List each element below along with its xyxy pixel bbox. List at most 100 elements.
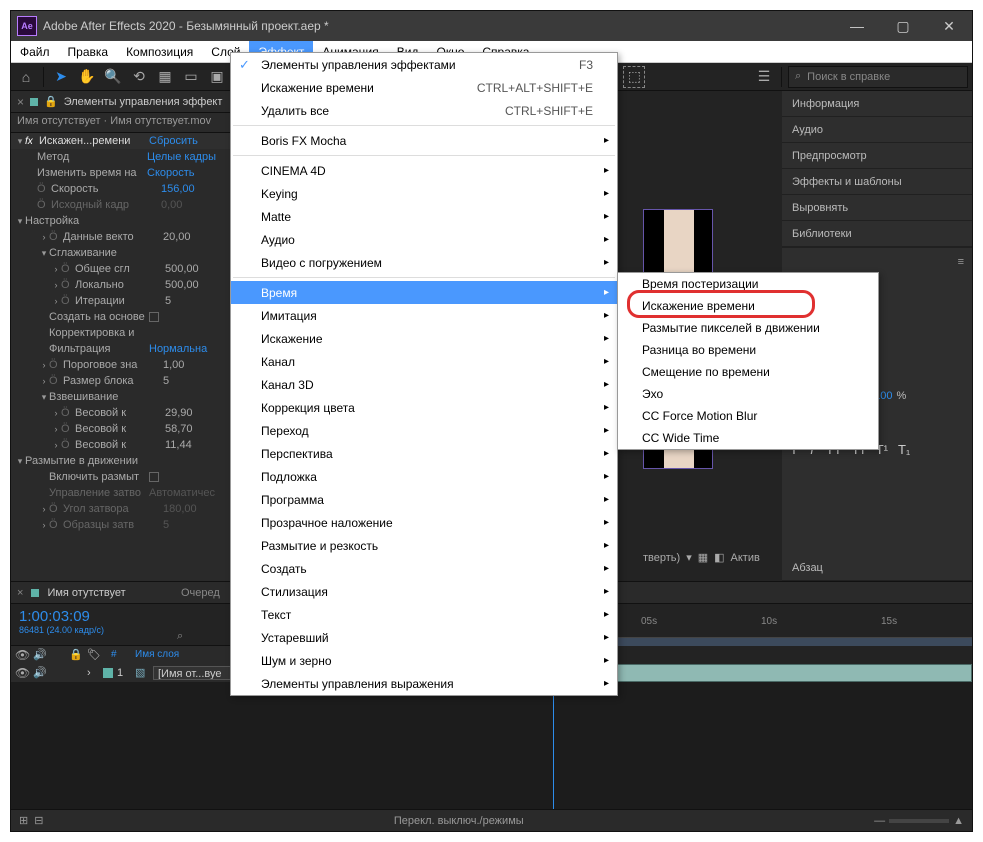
property-value[interactable]: 500,00 [165, 279, 199, 291]
property-value[interactable]: Нормальна [149, 343, 207, 355]
pan-behind-tool[interactable]: ▣ [206, 66, 228, 88]
stopwatch-icon[interactable]: Ö [49, 231, 63, 243]
menu-category[interactable]: Время▸ [231, 281, 617, 304]
property-value[interactable]: 5 [163, 519, 169, 531]
chevron-icon[interactable]: ▾ [39, 392, 49, 403]
chevron-icon[interactable]: ▾ [39, 248, 49, 259]
fx-property-row[interactable]: ›ÖОбщее сгл500,00 [11, 261, 243, 277]
panel-header[interactable]: Выровнять [782, 195, 972, 221]
fx-property-row[interactable]: ФильтрацияНормальна [11, 341, 243, 357]
close-tab-icon[interactable]: × [17, 95, 24, 109]
menu-category[interactable]: Keying▸ [231, 182, 617, 205]
fx-property-row[interactable]: Управление затвоАвтоматичес [11, 485, 243, 501]
menu-category[interactable]: Программа▸ [231, 488, 617, 511]
search-icon[interactable]: ⌕ [177, 630, 183, 643]
chevron-icon[interactable]: › [39, 232, 49, 242]
subscript-icon[interactable]: T₁ [898, 442, 910, 457]
fx-property-row[interactable]: ›ÖРазмер блока5 [11, 373, 243, 389]
paragraph-panel-header[interactable]: Абзац [782, 555, 972, 581]
hand-tool[interactable]: ✋ [76, 66, 98, 88]
menu-category[interactable]: Имитация▸ [231, 304, 617, 327]
checkbox[interactable] [149, 312, 159, 322]
checkbox[interactable] [149, 472, 159, 482]
zoom-in-icon[interactable]: ▲ [953, 815, 964, 827]
fx-property-row[interactable]: ÖСкорость156,00 [11, 181, 243, 197]
property-value[interactable]: 11,44 [165, 439, 192, 451]
property-value[interactable]: 5 [165, 295, 171, 307]
property-value[interactable]: 58,70 [165, 423, 193, 435]
fx-property-row[interactable]: Корректировка и [11, 325, 243, 341]
fx-property-row[interactable]: Включить размыт [11, 469, 243, 485]
property-value[interactable]: 5 [163, 375, 169, 387]
fx-property-row[interactable]: Изменить время наСкорость [11, 165, 243, 181]
menu-category[interactable]: Канал▸ [231, 350, 617, 373]
fx-property-row[interactable]: ▾Размытие в движении [11, 453, 243, 469]
mask-icon[interactable]: ◧ [714, 551, 724, 564]
menu-category[interactable]: Аудио▸ [231, 228, 617, 251]
submenu-item[interactable]: Время постеризации [618, 273, 878, 295]
stopwatch-icon[interactable]: Ö [49, 503, 63, 515]
fx-icon[interactable]: fx [25, 136, 39, 147]
render-queue-tab[interactable]: Очеред [181, 587, 220, 599]
minimize-button[interactable]: ― [834, 11, 880, 41]
layer-name-header[interactable]: Имя слоя [135, 649, 179, 660]
layer-color-label[interactable] [103, 668, 113, 678]
orbit-tool[interactable]: ⟲ [128, 66, 150, 88]
fx-property-row[interactable]: ›ÖИтерации5 [11, 293, 243, 309]
close-tab-icon[interactable]: × [17, 587, 23, 599]
zoom-slider[interactable] [889, 819, 949, 823]
help-search[interactable]: ⌕ Поиск в справке [788, 66, 968, 88]
fx-property-row[interactable]: МетодЦелые кадры [11, 149, 243, 165]
playhead[interactable] [553, 682, 554, 809]
stopwatch-icon[interactable]: Ö [61, 407, 75, 419]
stopwatch-icon[interactable]: Ö [61, 439, 75, 451]
menu-category[interactable]: Элементы управления выражения▸ [231, 672, 617, 695]
grid-icon[interactable]: ▦ [698, 551, 708, 564]
property-value[interactable]: 29,90 [165, 407, 193, 419]
menu-category[interactable]: Перспектива▸ [231, 442, 617, 465]
panel-header[interactable]: Информация [782, 91, 972, 117]
fx-property-row[interactable]: ÖИсходный кадр0,00 [11, 197, 243, 213]
rotate-tool[interactable]: ▦ [154, 66, 176, 88]
menu-category[interactable]: Подложка▸ [231, 465, 617, 488]
menu-category[interactable]: Видео с погружением▸ [231, 251, 617, 274]
property-value[interactable]: 20,00 [163, 231, 191, 243]
property-value[interactable]: 180,00 [163, 503, 197, 515]
submenu-item[interactable]: CC Force Motion Blur [618, 405, 878, 427]
toggle-modes-icon[interactable]: ⊟ [34, 814, 43, 827]
fx-property-row[interactable]: ▾Взвешивание [11, 389, 243, 405]
chevron-icon[interactable]: › [39, 504, 49, 514]
fx-property-row[interactable]: Создать на основе [11, 309, 243, 325]
menu-category[interactable]: CINEMA 4D▸ [231, 159, 617, 182]
property-value[interactable]: 1,00 [163, 359, 184, 371]
menu-category[interactable]: Прозрачное наложение▸ [231, 511, 617, 534]
menu-category[interactable]: Текст▸ [231, 603, 617, 626]
fx-property-row[interactable]: ›ÖОбразцы затв5 [11, 517, 243, 533]
submenu-item[interactable]: Разница во времени [618, 339, 878, 361]
property-value[interactable]: Целые кадры [147, 151, 216, 163]
maximize-button[interactable]: ▢ [880, 11, 926, 41]
panel-header[interactable]: Аудио [782, 117, 972, 143]
layer-visibility-toggle[interactable]: 👁 [15, 666, 29, 680]
zoom-tool[interactable]: 🔍 [102, 66, 124, 88]
menu-композиция[interactable]: Композиция [117, 41, 202, 62]
chevron-icon[interactable]: › [39, 376, 49, 386]
fx-property-row[interactable]: ›ÖЛокально500,00 [11, 277, 243, 293]
menu-category[interactable]: Создать▸ [231, 557, 617, 580]
stopwatch-icon[interactable]: Ö [61, 295, 75, 307]
menu-category[interactable]: Канал 3D▸ [231, 373, 617, 396]
chevron-icon[interactable]: › [51, 408, 61, 418]
chevron-icon[interactable]: › [39, 520, 49, 530]
property-value[interactable]: 156,00 [161, 183, 195, 195]
fx-property-row[interactable]: ›ÖДанные векто20,00 [11, 229, 243, 245]
panel-header[interactable]: Предпросмотр [782, 143, 972, 169]
menu-category[interactable]: Matte▸ [231, 205, 617, 228]
stopwatch-icon[interactable]: Ö [49, 375, 63, 387]
fx-property-row[interactable]: ›ÖВесовой к11,44 [11, 437, 243, 453]
fx-property-row[interactable]: ›ÖПороговое зна1,00 [11, 357, 243, 373]
stopwatch-icon[interactable]: Ö [49, 359, 63, 371]
timeline-tab-label[interactable]: Имя отутствует [47, 587, 125, 599]
reset-link[interactable]: Сбросить [149, 135, 198, 147]
chevron-icon[interactable]: › [39, 360, 49, 370]
camera-tool[interactable]: ▭ [180, 66, 202, 88]
